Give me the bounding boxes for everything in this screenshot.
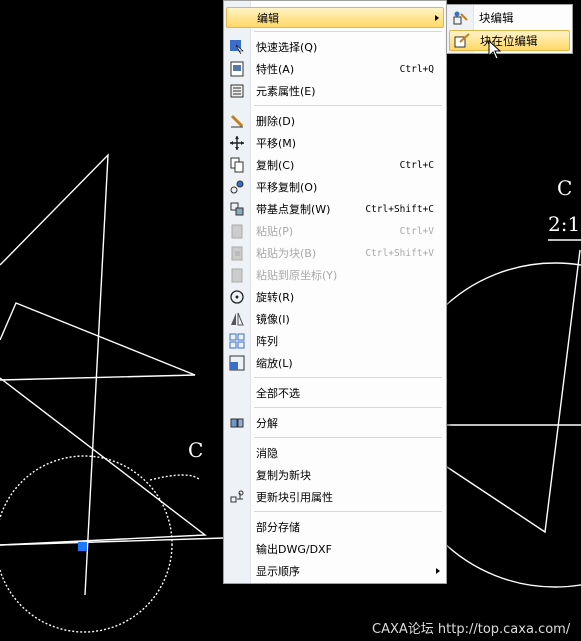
submenu-item-label: 块编辑 [479, 11, 514, 25]
cad-label-scale: 2:1 [548, 212, 581, 236]
menu-item-paste-block[interactable]: 粘贴为块(B) Ctrl+Shift+V [226, 243, 444, 264]
paste-origin-icon [231, 268, 243, 283]
array-icon [229, 333, 245, 349]
menu-separator [254, 407, 442, 408]
rotate-icon [230, 290, 244, 304]
menu-item-properties[interactable]: 特性(A) Ctrl+Q [226, 59, 444, 80]
menu-item-label: 快速选择(Q) [256, 41, 318, 54]
menu-item-deselect-all[interactable]: 全部不选 [226, 383, 444, 404]
menu-item-shortcut: Ctrl+C [399, 160, 434, 171]
menu-item-label: 粘贴(P) [256, 225, 294, 238]
menu-item-display-order[interactable]: 显示顺序 [226, 561, 444, 582]
menu-item-label: 编辑 [257, 12, 279, 25]
menu-item-label: 部分存储 [256, 521, 300, 534]
selection-grip[interactable] [78, 542, 87, 551]
menu-separator [254, 105, 442, 106]
explode-icon [230, 418, 244, 428]
menu-item-scale[interactable]: 缩放(L) [226, 353, 444, 374]
menu-item-label: 显示顺序 [256, 565, 300, 578]
cad-line[interactable] [0, 153, 109, 596]
quick-select-icon [230, 40, 244, 55]
paste-icon [231, 224, 243, 239]
menu-item-label: 分解 [256, 417, 278, 430]
menu-item-shortcut: Ctrl+Q [399, 64, 434, 75]
menu-item-label: 镜像(I) [256, 313, 290, 326]
copy-icon [230, 157, 244, 173]
menu-item-shortcut: Ctrl+Shift+V [365, 248, 434, 259]
menu-item-label: 更新块引用属性 [256, 491, 333, 504]
eraser-icon [230, 114, 244, 128]
menu-item-copy-base[interactable]: 带基点复制(W) Ctrl+Shift+C [226, 199, 444, 220]
block-inplace-edit-icon [454, 33, 470, 48]
menu-item-label: 带基点复制(W) [256, 203, 331, 216]
menu-item-edit[interactable]: 编辑 [226, 7, 444, 28]
menu-item-rotate[interactable]: 旋转(R) [226, 287, 444, 308]
menu-item-explode[interactable]: 分解 [226, 413, 444, 434]
menu-item-label: 消隐 [256, 447, 278, 460]
menu-separator [254, 31, 442, 32]
submenu-item-block-inplace-edit[interactable]: 块在位编辑 [449, 30, 570, 51]
menu-separator [254, 377, 442, 378]
context-menu: 编辑 快速选择(Q) 特性(A) Ctrl+Q 元素属性(E) 删除(D) 平移… [223, 0, 447, 584]
menu-item-dissolve[interactable]: 消隐 [226, 443, 444, 464]
menu-item-label: 输出DWG/DXF [256, 543, 332, 556]
menu-item-move[interactable]: 平移(M) [226, 133, 444, 154]
menu-item-partial-save[interactable]: 部分存储 [226, 517, 444, 538]
menu-item-quick-select[interactable]: 快速选择(Q) [226, 37, 444, 58]
menu-separator [254, 437, 442, 438]
paste-block-icon [231, 246, 243, 261]
move-icon [230, 136, 244, 150]
block-edit-icon [453, 11, 468, 25]
menu-item-export-dwg[interactable]: 输出DWG/DXF [226, 539, 444, 560]
move-copy-icon [230, 180, 244, 194]
menu-item-shortcut: Ctrl+Shift+C [365, 204, 434, 215]
forum-watermark: CAXA论坛 http://top.caxa.com/ [372, 622, 571, 637]
menu-item-label: 旋转(R) [256, 291, 295, 304]
copy-base-icon [230, 202, 244, 216]
menu-item-delete[interactable]: 删除(D) [226, 111, 444, 132]
menu-item-label: 元素属性(E) [256, 85, 316, 98]
menu-item-shortcut: Ctrl+V [399, 226, 434, 237]
menu-item-copy-new-block[interactable]: 复制为新块 [226, 465, 444, 486]
menu-item-label: 缩放(L) [256, 357, 293, 370]
mirror-icon [231, 312, 244, 326]
menu-item-label: 复制(C) [256, 159, 295, 172]
cad-label-c: C [557, 176, 573, 200]
update-block-icon [230, 490, 244, 503]
menu-item-label: 全部不选 [256, 387, 300, 400]
cad-label-c-left: C [188, 438, 204, 462]
menu-item-paste[interactable]: 粘贴(P) Ctrl+V [226, 221, 444, 242]
menu-item-copy[interactable]: 复制(C) Ctrl+C [226, 155, 444, 176]
menu-separator [254, 511, 442, 512]
menu-item-array[interactable]: 阵列 [226, 331, 444, 352]
menu-item-move-copy[interactable]: 平移复制(O) [226, 177, 444, 198]
element-properties-icon [230, 84, 244, 98]
menu-item-label: 删除(D) [256, 115, 296, 128]
menu-item-label: 粘贴到原坐标(Y) [256, 269, 338, 282]
menu-item-label: 平移复制(O) [256, 181, 318, 194]
menu-item-label: 粘贴为块(B) [256, 247, 317, 260]
mouse-cursor-icon [488, 40, 502, 60]
edit-submenu: 块编辑 块在位编辑 [446, 4, 573, 54]
menu-item-paste-origin[interactable]: 粘贴到原坐标(Y) [226, 265, 444, 286]
submenu-arrow-icon [435, 15, 439, 21]
properties-icon [230, 61, 244, 77]
submenu-arrow-icon [436, 568, 440, 574]
menu-item-update-block-attr[interactable]: 更新块引用属性 [226, 487, 444, 508]
menu-item-label: 复制为新块 [256, 469, 311, 482]
menu-item-label: 平移(M) [256, 137, 297, 150]
menu-item-element-properties[interactable]: 元素属性(E) [226, 81, 444, 102]
scale-icon [229, 355, 245, 371]
menu-item-label: 阵列 [256, 335, 278, 348]
menu-item-mirror[interactable]: 镜像(I) [226, 309, 444, 330]
menu-item-label: 特性(A) [256, 63, 295, 76]
submenu-item-block-edit[interactable]: 块编辑 [449, 8, 570, 29]
cad-line[interactable] [0, 377, 207, 546]
